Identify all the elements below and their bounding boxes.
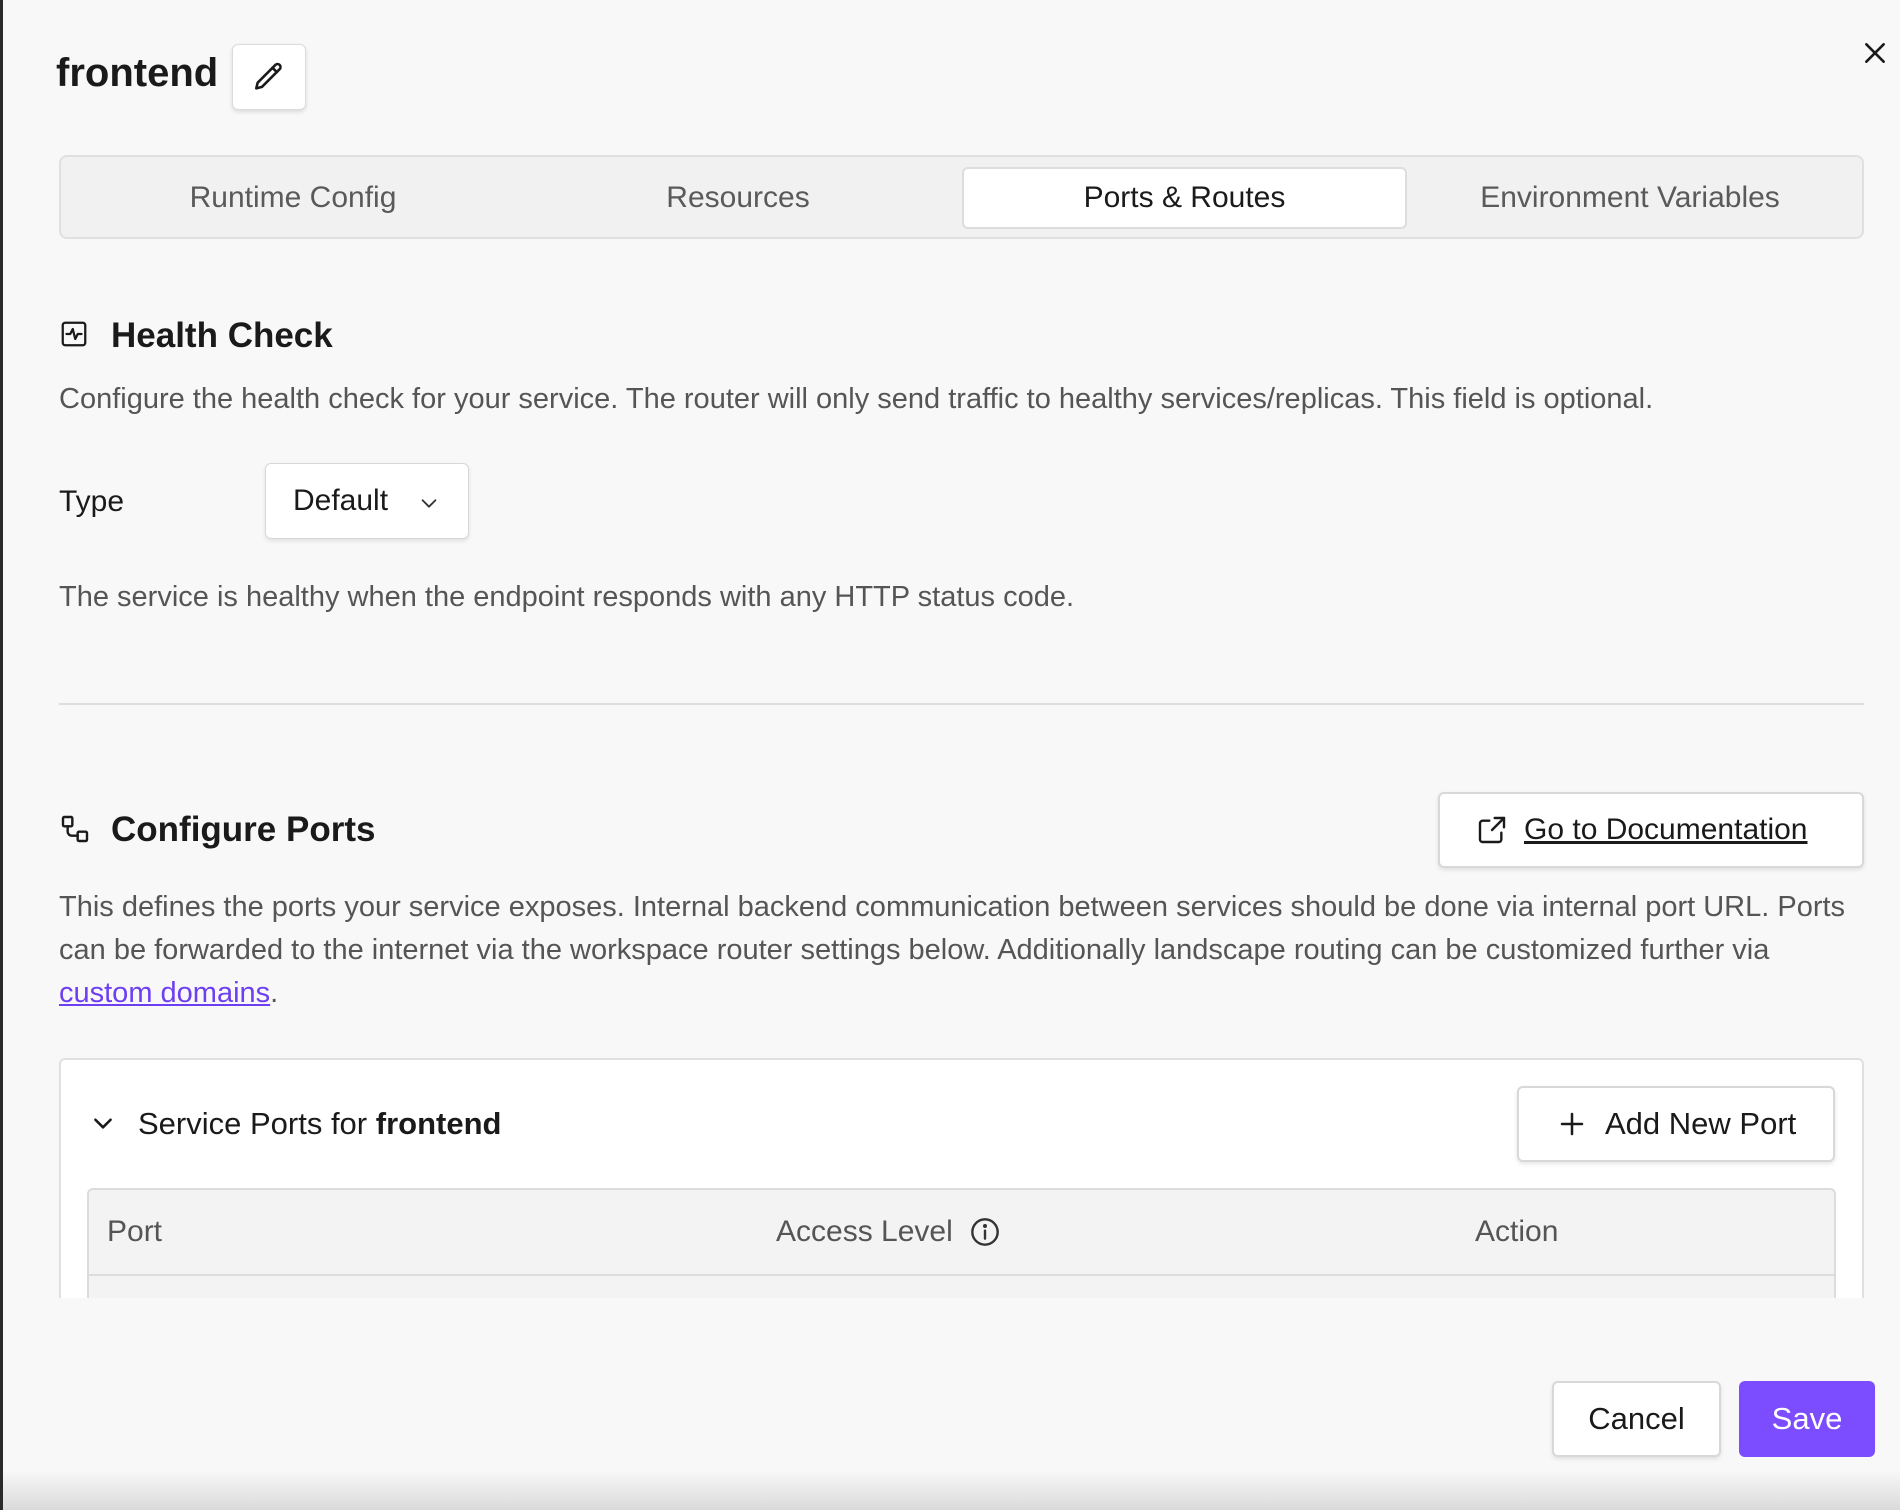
plus-icon (1560, 1112, 1584, 1136)
bottom-shadow (3, 1470, 1900, 1510)
ports-table-header: Port Access Level Action (89, 1190, 1834, 1276)
section-divider (59, 703, 1864, 705)
health-check-note: The service is healthy when the endpoint… (59, 581, 1075, 613)
configure-ports-title: Configure Ports (111, 810, 376, 849)
ports-icon (59, 813, 91, 845)
type-label: Type (59, 485, 125, 518)
custom-domains-link[interactable]: custom domains (59, 977, 270, 1009)
column-header-access-level-label: Access Level (776, 1215, 953, 1248)
external-link-icon (1478, 816, 1506, 844)
tab-resources[interactable]: Resources (516, 167, 960, 229)
column-header-action: Action (1475, 1212, 1558, 1252)
tab-environment-variables[interactable]: Environment Variables (1408, 167, 1852, 229)
edit-name-button[interactable] (232, 44, 306, 110)
health-check-type-select[interactable]: Default (265, 463, 469, 539)
service-ports-title: Service Ports for frontend (138, 1102, 501, 1146)
cancel-button[interactable]: Cancel (1552, 1381, 1721, 1457)
ports-description-end: . (270, 977, 279, 1009)
go-to-documentation-button[interactable]: Go to Documentation (1438, 792, 1864, 868)
info-icon[interactable] (969, 1216, 1001, 1248)
configure-ports-description: This defines the ports your service expo… (59, 886, 1849, 1015)
close-button[interactable] (1858, 36, 1892, 70)
go-to-documentation-label: Go to Documentation (1524, 813, 1808, 846)
add-new-port-label: Add New Port (1605, 1106, 1797, 1141)
chevron-down-icon (94, 1118, 112, 1129)
settings-tabs: Runtime Config Resources Ports & Routes … (59, 155, 1864, 239)
health-check-description: Configure the health check for your serv… (59, 383, 1654, 415)
tab-ports-routes[interactable]: Ports & Routes (962, 167, 1407, 229)
add-new-port-button[interactable]: Add New Port (1517, 1086, 1835, 1162)
collapse-toggle[interactable] (90, 1110, 116, 1141)
health-check-title: Health Check (111, 316, 333, 355)
service-settings-modal: frontend Runtime Config Resources Ports … (3, 0, 1900, 1510)
chevron-down-icon (421, 499, 437, 508)
ports-table: Port Access Level Action (87, 1188, 1836, 1298)
pencil-icon (254, 62, 282, 90)
activity-square-icon (59, 318, 89, 350)
column-header-port: Port (107, 1212, 162, 1252)
ports-description-text: This defines the ports your service expo… (59, 891, 1846, 966)
column-header-port-label: Port (107, 1215, 163, 1248)
save-button[interactable]: Save (1739, 1381, 1875, 1457)
service-ports-title-service: frontend (375, 1106, 502, 1141)
tab-runtime-config[interactable]: Runtime Config (71, 167, 515, 229)
service-ports-title-prefix: Service Ports for (138, 1106, 376, 1141)
column-header-action-label: Action (1475, 1215, 1559, 1248)
column-header-access-level: Access Level (776, 1212, 1001, 1252)
health-check-type-value: Default (293, 484, 389, 517)
page-title: frontend (56, 51, 219, 95)
close-icon (1865, 43, 1885, 63)
